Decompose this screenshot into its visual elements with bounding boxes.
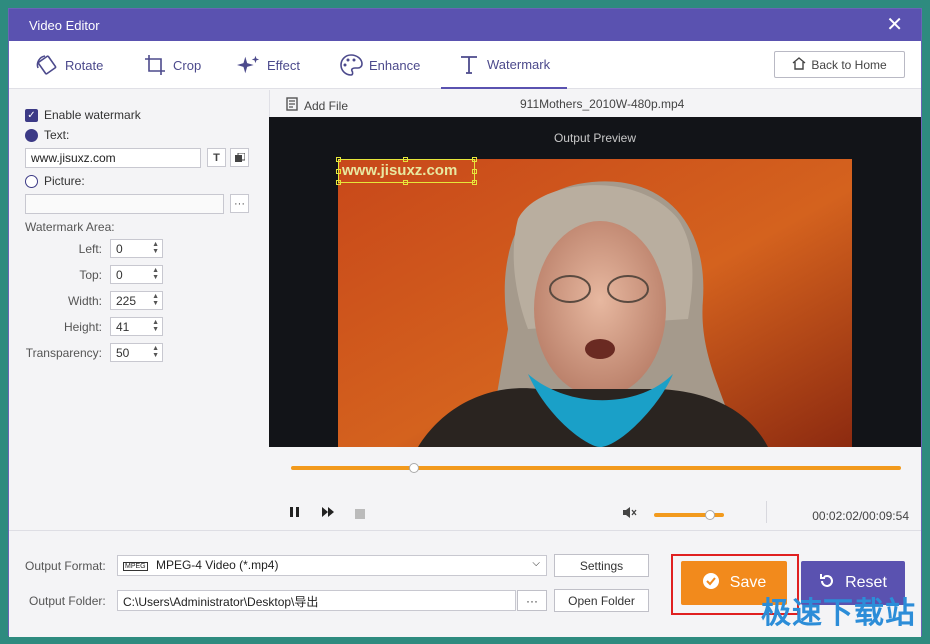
resize-handle[interactable]: [472, 169, 477, 174]
enable-watermark-label: Enable watermark: [44, 108, 141, 122]
top-spinbox[interactable]: 0 ▲ ▼: [110, 265, 163, 284]
divider: [766, 501, 767, 523]
progress-thumb[interactable]: [409, 463, 420, 473]
output-folder-label: Output Folder:: [29, 594, 106, 608]
resize-handle[interactable]: [336, 180, 341, 185]
tab-effect-label: Effect: [267, 57, 301, 73]
video-editor-window: Video Editor ✕ Rotate Crop Effect Enhanc…: [8, 8, 922, 637]
text-font-button[interactable]: T: [207, 148, 226, 167]
picture-radio-label: Picture:: [44, 174, 85, 188]
mpeg-format-icon: MPEG: [123, 562, 148, 571]
width-field-label: Width:: [67, 294, 102, 308]
transparency-field-label: Transparency:: [25, 346, 102, 360]
checkmark-icon: ✓: [25, 108, 38, 122]
resize-handle[interactable]: [336, 157, 341, 162]
file-name: 911Mothers_2010W-480p.mp4: [520, 97, 685, 111]
height-spinbox[interactable]: 41 ▲ ▼: [110, 317, 163, 336]
tab-crop-label: Crop: [173, 57, 202, 73]
text-style-button[interactable]: [230, 148, 249, 167]
left-spinbox[interactable]: 0 ▲ ▼: [110, 239, 163, 258]
left-field-label: Left:: [78, 242, 102, 256]
preview-panel: Add File 911Mothers_2010W-480p.mp4 Outpu…: [269, 90, 921, 530]
window-title: Video Editor: [29, 18, 100, 33]
picture-browse-button[interactable]: ···: [230, 194, 249, 213]
resize-handle[interactable]: [403, 180, 408, 185]
watermark-overlay-text: www.jisuxz.com: [342, 162, 458, 179]
tab-enhance[interactable]: Enhance: [339, 41, 420, 89]
home-icon: [792, 56, 806, 73]
video-preview: Output Preview www.jisuxz.com: [269, 117, 921, 447]
palette-icon: [339, 53, 363, 77]
output-format-select[interactable]: MPEG MPEG-4 Video (*.mp4) ⌵: [117, 555, 547, 576]
tab-bar: Rotate Crop Effect Enhance Watermark Bac…: [9, 41, 921, 89]
text-radio-label: Text:: [44, 128, 70, 142]
site-watermark: 极速下载站: [761, 597, 916, 630]
resize-handle[interactable]: [403, 157, 408, 162]
crop-icon: [143, 53, 167, 77]
rotate-icon: [35, 53, 59, 77]
volume-icon[interactable]: [622, 506, 638, 522]
check-circle-icon: [702, 572, 720, 595]
time-readout: 00:02:02/00:09:54: [812, 509, 909, 523]
output-preview-caption: Output Preview: [553, 131, 637, 145]
spin-arrows-icon: ▲ ▼: [152, 267, 159, 281]
tab-enhance-label: Enhance: [369, 57, 421, 73]
tab-watermark-label: Watermark: [487, 56, 551, 72]
fast-forward-icon[interactable]: [321, 506, 335, 521]
volume-thumb[interactable]: [705, 510, 715, 520]
title-bar: Video Editor ✕: [9, 9, 921, 41]
stop-icon[interactable]: [355, 508, 365, 522]
picture-radio[interactable]: Picture:: [25, 174, 85, 188]
add-file-button[interactable]: Add File: [286, 97, 348, 114]
radio-unselected-icon: [25, 174, 38, 188]
output-folder-input[interactable]: C:\Users\Administrator\Desktop\导出: [117, 590, 516, 611]
close-icon[interactable]: ✕: [886, 15, 903, 35]
tab-rotate[interactable]: Rotate: [35, 41, 103, 89]
radio-selected-icon: [25, 128, 38, 142]
settings-button[interactable]: Settings: [554, 554, 649, 577]
sparkle-icon: [237, 53, 261, 77]
chevron-down-icon: ⌵: [532, 558, 540, 569]
add-file-label: Add File: [304, 98, 349, 113]
spin-arrows-icon: ▲ ▼: [152, 241, 159, 255]
tab-watermark[interactable]: Watermark: [441, 41, 567, 89]
open-folder-button[interactable]: Open Folder: [554, 589, 649, 612]
resize-handle[interactable]: [472, 157, 477, 162]
resize-handle[interactable]: [336, 169, 341, 174]
transparency-spinbox[interactable]: 50 ▲ ▼: [110, 343, 163, 362]
playback-controls: 00:02:02/00:09:54: [269, 447, 921, 530]
enable-watermark-checkbox[interactable]: ✓ Enable watermark: [25, 108, 141, 122]
progress-track[interactable]: [291, 466, 901, 470]
spin-arrows-icon: ▲ ▼: [152, 293, 159, 307]
watermark-overlay-box[interactable]: www.jisuxz.com: [336, 157, 477, 185]
width-spinbox[interactable]: 225 ▲ ▼: [110, 291, 163, 310]
tab-crop[interactable]: Crop: [143, 41, 201, 89]
tab-effect[interactable]: Effect: [237, 41, 300, 89]
back-to-home-label: Back to Home: [811, 57, 887, 72]
spin-arrows-icon: ▲ ▼: [152, 345, 159, 359]
output-format-value: MPEG-4 Video (*.mp4): [155, 558, 279, 572]
back-to-home-button[interactable]: Back to Home: [774, 51, 905, 78]
height-field-label: Height:: [63, 320, 102, 334]
tab-rotate-label: Rotate: [65, 57, 104, 73]
resize-handle[interactable]: [472, 180, 477, 185]
add-file-icon: [286, 97, 298, 114]
pause-icon[interactable]: [289, 506, 301, 521]
top-field-label: Top:: [79, 268, 102, 282]
text-t-icon: [457, 52, 481, 76]
video-frame: [338, 159, 852, 447]
output-format-label: Output Format:: [25, 559, 106, 573]
watermark-area-label: Watermark Area:: [25, 220, 115, 234]
picture-path-input[interactable]: [25, 194, 224, 214]
watermark-text-input[interactable]: www.jisuxz.com: [25, 148, 201, 168]
folder-browse-button[interactable]: ···: [517, 590, 547, 611]
text-radio[interactable]: Text:: [25, 128, 69, 142]
file-bar: Add File 911Mothers_2010W-480p.mp4: [269, 90, 921, 117]
watermark-settings-panel: ✓ Enable watermark Text: www.jisuxz.com …: [9, 90, 269, 530]
spin-arrows-icon: ▲ ▼: [152, 319, 159, 333]
